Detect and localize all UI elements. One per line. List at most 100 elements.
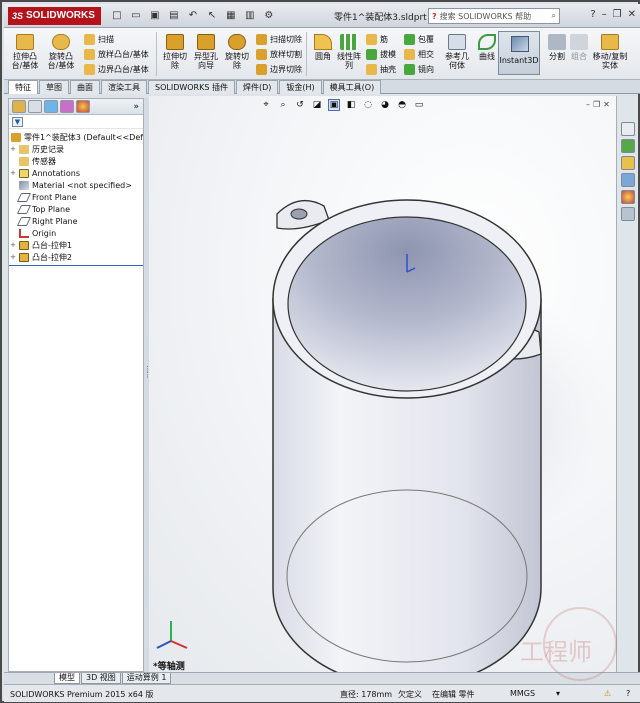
tab-sheet-metal[interactable]: 钣金(H)	[279, 80, 322, 94]
rib-label: 筋	[380, 34, 388, 44]
revolve-boss-button[interactable]: 旋转凸台/基体	[46, 34, 76, 70]
tree-expander-icon[interactable]: +	[9, 169, 17, 177]
viewport-close-icon[interactable]: ✕	[603, 100, 610, 109]
tree-item-right-plane[interactable]: Right Plane	[9, 215, 143, 227]
loft-button[interactable]: 放样凸台/基体	[84, 47, 149, 61]
tree-item-front-plane[interactable]: Front Plane	[9, 191, 143, 203]
panel-expand-icon[interactable]: »	[133, 102, 139, 112]
tree-item-boss-extrude1[interactable]: + 凸台-拉伸1	[9, 239, 143, 251]
display-style-icon[interactable]: ◧	[345, 99, 357, 111]
apply-scene-icon[interactable]: ◓	[396, 99, 408, 111]
feature-tree-tab-icon[interactable]	[12, 100, 26, 113]
extrude-cut-button[interactable]: 拉伸切除	[160, 34, 190, 70]
tree-expander-icon[interactable]: +	[9, 253, 17, 261]
boundary-cut-button[interactable]: 边界切除	[256, 62, 302, 76]
instant3d-toggle[interactable]: Instant3D	[498, 31, 540, 75]
design-library-icon[interactable]	[620, 139, 635, 153]
tree-expander-icon[interactable]: +	[9, 241, 17, 249]
tree-item-label: 凸台-拉伸1	[32, 240, 72, 250]
section-view-icon[interactable]: ◪	[311, 99, 323, 111]
move-copy-button[interactable]: 移动/复制实体	[592, 34, 628, 70]
status-customize-icon[interactable]: ▾	[556, 689, 560, 698]
sweep-button[interactable]: 扫描	[84, 32, 114, 46]
file-properties-icon[interactable]: ▥	[242, 8, 258, 24]
tab-addins[interactable]: SOLIDWORKS 插件	[148, 80, 235, 94]
draft-icon	[366, 48, 377, 60]
select-icon[interactable]: ↖	[204, 8, 220, 24]
tab-model[interactable]: 模型	[54, 673, 80, 684]
tree-item-sensors[interactable]: 传感器	[9, 155, 143, 167]
tree-item-history[interactable]: + 历史记录	[9, 143, 143, 155]
shell-button[interactable]: 抽壳	[366, 62, 396, 76]
status-units[interactable]: MMGS	[510, 689, 535, 698]
tree-item-material[interactable]: Material <not specified>	[9, 179, 143, 191]
dimxpert-tab-icon[interactable]	[60, 100, 74, 113]
combine-button[interactable]: 组合	[564, 34, 594, 61]
search-icon[interactable]: ⌕	[552, 11, 556, 21]
tree-item-origin[interactable]: Origin	[9, 227, 143, 239]
hole-wizard-button[interactable]: 异型孔向导	[191, 34, 221, 70]
tab-mold-tools[interactable]: 模具工具(O)	[322, 80, 382, 94]
rib-button[interactable]: 筋	[366, 32, 388, 46]
print-icon[interactable]: ▤	[166, 8, 182, 24]
viewport-minimize-icon[interactable]: –	[586, 100, 590, 109]
configuration-tab-icon[interactable]	[44, 100, 58, 113]
tab-motion-study[interactable]: 运动算例 1	[121, 673, 172, 684]
save-icon[interactable]: ▣	[147, 8, 163, 24]
rebuild-status-icon[interactable]: ⚠	[604, 689, 611, 698]
intersect-button[interactable]: 相交	[404, 47, 434, 61]
appearances-icon[interactable]	[620, 190, 635, 204]
view-palette-icon[interactable]	[620, 173, 635, 187]
tab-render-tools[interactable]: 渲染工具	[101, 80, 147, 94]
restore-icon[interactable]: ❐	[613, 9, 622, 20]
wrap-button[interactable]: 包覆	[404, 32, 434, 46]
tree-expander-icon[interactable]: +	[9, 145, 17, 153]
filter-icon[interactable]: ▼	[12, 116, 23, 127]
tree-item-boss-extrude2[interactable]: + 凸台-拉伸2	[9, 251, 143, 263]
solidworks-resources-icon[interactable]	[620, 122, 635, 136]
tab-3d-views[interactable]: 3D 视图	[81, 673, 121, 684]
display-manager-tab-icon[interactable]	[76, 100, 90, 113]
graphics-area[interactable]: *等轴测	[149, 96, 616, 672]
help-status-icon[interactable]: ?	[626, 689, 630, 698]
tree-item-annotations[interactable]: + Annotations	[9, 167, 143, 179]
file-explorer-icon[interactable]	[620, 156, 635, 170]
edit-appearance-icon[interactable]: ◕	[379, 99, 391, 111]
tab-weldments[interactable]: 焊件(D)	[235, 80, 279, 94]
open-folder-icon[interactable]: ▭	[128, 8, 144, 24]
tab-sketch[interactable]: 草图	[39, 80, 69, 94]
tab-surfaces[interactable]: 曲面	[70, 80, 100, 94]
zoom-to-fit-icon[interactable]: ⌖	[260, 99, 272, 111]
new-document-icon[interactable]: □	[109, 8, 125, 24]
hide-show-items-icon[interactable]: ◌	[362, 99, 374, 111]
revolve-cut-button[interactable]: 旋转切除	[222, 34, 252, 70]
rebuild-icon[interactable]: ▦	[223, 8, 239, 24]
tree-root-part[interactable]: 零件1^装配体3 (Default<<Def	[9, 131, 143, 143]
previous-view-icon[interactable]: ↺	[294, 99, 306, 111]
view-orientation-icon[interactable]: ▣	[328, 99, 340, 111]
property-manager-tab-icon[interactable]	[28, 100, 42, 113]
zoom-area-icon[interactable]: ⌕	[277, 99, 289, 111]
undo-icon[interactable]: ↶	[185, 8, 201, 24]
lofted-cut-button[interactable]: 放样切割	[256, 47, 302, 61]
linear-pattern-button[interactable]: 线性阵列	[334, 34, 364, 70]
custom-properties-icon[interactable]	[620, 207, 635, 221]
solidworks-logo[interactable]: 3S SOLIDWORKS	[8, 6, 101, 25]
tree-item-top-plane[interactable]: Top Plane	[9, 203, 143, 215]
options-gear-icon[interactable]: ⚙	[261, 8, 277, 24]
mirror-button[interactable]: 镜向	[404, 62, 434, 76]
close-icon[interactable]: ✕	[628, 9, 636, 20]
view-settings-icon[interactable]: ▭	[413, 99, 425, 111]
help-icon[interactable]: ?	[590, 9, 595, 20]
help-search-input[interactable]: ? 搜索 SOLIDWORKS 帮助 ⌕	[428, 8, 560, 24]
draft-button[interactable]: 拔模	[366, 47, 396, 61]
extrude-boss-button[interactable]: 拉伸凸台/基体	[10, 34, 40, 70]
swept-cut-button[interactable]: 扫描切除	[256, 32, 302, 46]
rollback-bar[interactable]	[9, 265, 143, 266]
revolve-cut-icon	[228, 34, 246, 50]
minimize-icon[interactable]: –	[602, 9, 607, 20]
viewport-restore-icon[interactable]: ❐	[593, 100, 600, 109]
tab-features[interactable]: 特征	[8, 80, 38, 94]
boundary-button[interactable]: 边界凸台/基体	[84, 62, 149, 76]
ref-geometry-button[interactable]: 参考几何体	[442, 34, 472, 70]
